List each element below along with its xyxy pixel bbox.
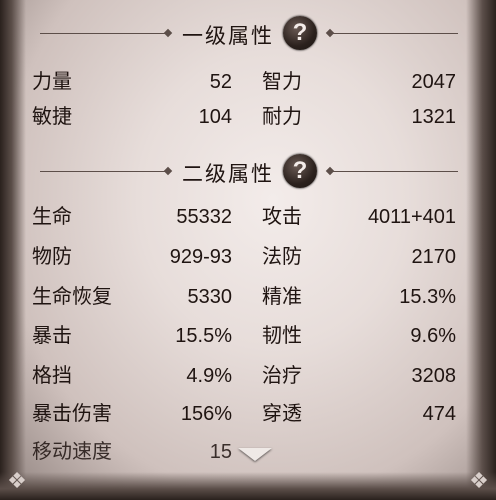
stat-label-healing: 治疗 — [262, 365, 302, 387]
stat-value-hp: 55332 — [176, 206, 232, 228]
stat-label-endurance: 耐力 — [262, 106, 302, 128]
stat-label-strength: 力量 — [32, 71, 72, 93]
header-divider-left — [40, 171, 168, 172]
corner-ornament-icon: ❖ — [469, 468, 489, 493]
stat-label-crit-damage: 暴击伤害 — [32, 403, 112, 425]
stat-row: 格挡 4.9% 治疗 3208 — [0, 360, 496, 392]
stat-value-crit-damage: 156% — [180, 403, 232, 425]
stat-value-hp-regen: 5330 — [187, 286, 233, 308]
stat-value-intelligence: 2047 — [411, 71, 457, 93]
stat-label-intelligence: 智力 — [262, 71, 302, 93]
header-divider-right — [330, 171, 458, 172]
primary-attributes-title: 一级属性 — [182, 25, 274, 48]
stat-value-agility: 104 — [198, 106, 232, 128]
chevron-down-icon[interactable] — [238, 448, 272, 461]
stat-label-tenacity: 韧性 — [262, 325, 302, 347]
stat-row: 暴击 15.5% 韧性 9.6% — [0, 320, 496, 352]
stat-label-hp: 生命 — [32, 206, 72, 228]
question-mark-icon[interactable]: ? — [283, 154, 317, 188]
header-divider-right — [330, 33, 458, 34]
primary-attributes-header: 一级属性 ? — [0, 14, 496, 54]
stat-label-crit: 暴击 — [32, 325, 72, 347]
question-mark-icon[interactable]: ? — [283, 16, 317, 50]
stat-row: 生命恢复 5330 精准 15.3% — [0, 281, 496, 313]
stat-label-accuracy: 精准 — [262, 286, 302, 308]
secondary-attributes-header: 二级属性 ? — [0, 152, 496, 192]
panel-edge-bottom — [0, 472, 496, 500]
stat-value-penetration: 474 — [422, 403, 456, 425]
stat-label-move-speed: 移动速度 — [32, 441, 112, 463]
secondary-attributes-title: 二级属性 — [182, 163, 274, 186]
stat-value-accuracy: 15.3% — [399, 286, 456, 308]
stat-value-tenacity: 9.6% — [410, 325, 456, 347]
stat-row: 物防 929-93 法防 2170 — [0, 241, 496, 273]
stat-value-strength: 52 — [209, 71, 232, 93]
stat-value-physical-defense: 929-93 — [169, 246, 232, 268]
stat-label-block: 格挡 — [32, 365, 72, 387]
stat-row: 暴击伤害 156% 穿透 474 — [0, 398, 496, 430]
stat-value-move-speed: 15 — [209, 441, 232, 463]
stat-label-physical-defense: 物防 — [32, 246, 72, 268]
header-divider-left — [40, 33, 168, 34]
stat-label-attack: 攻击 — [262, 206, 302, 228]
attributes-panel: 一级属性 ? 力量 52 智力 2047 敏捷 104 耐力 1321 二级属性… — [0, 0, 496, 500]
stat-value-magic-defense: 2170 — [411, 246, 457, 268]
stat-value-block: 4.9% — [186, 365, 232, 387]
stat-row: 力量 52 智力 2047 — [0, 66, 496, 98]
stat-value-crit: 15.5% — [175, 325, 232, 347]
stat-value-healing: 3208 — [411, 365, 457, 387]
stat-label-magic-defense: 法防 — [262, 246, 302, 268]
stat-label-hp-regen: 生命恢复 — [32, 286, 112, 308]
stat-label-penetration: 穿透 — [262, 403, 302, 425]
corner-ornament-icon: ❖ — [7, 468, 27, 493]
stat-row: 敏捷 104 耐力 1321 — [0, 101, 496, 133]
stat-row: 生命 55332 攻击 4011+401 — [0, 201, 496, 233]
stat-value-endurance: 1321 — [411, 106, 457, 128]
stat-label-agility: 敏捷 — [32, 106, 72, 128]
stat-value-attack: 4011+401 — [367, 206, 456, 228]
